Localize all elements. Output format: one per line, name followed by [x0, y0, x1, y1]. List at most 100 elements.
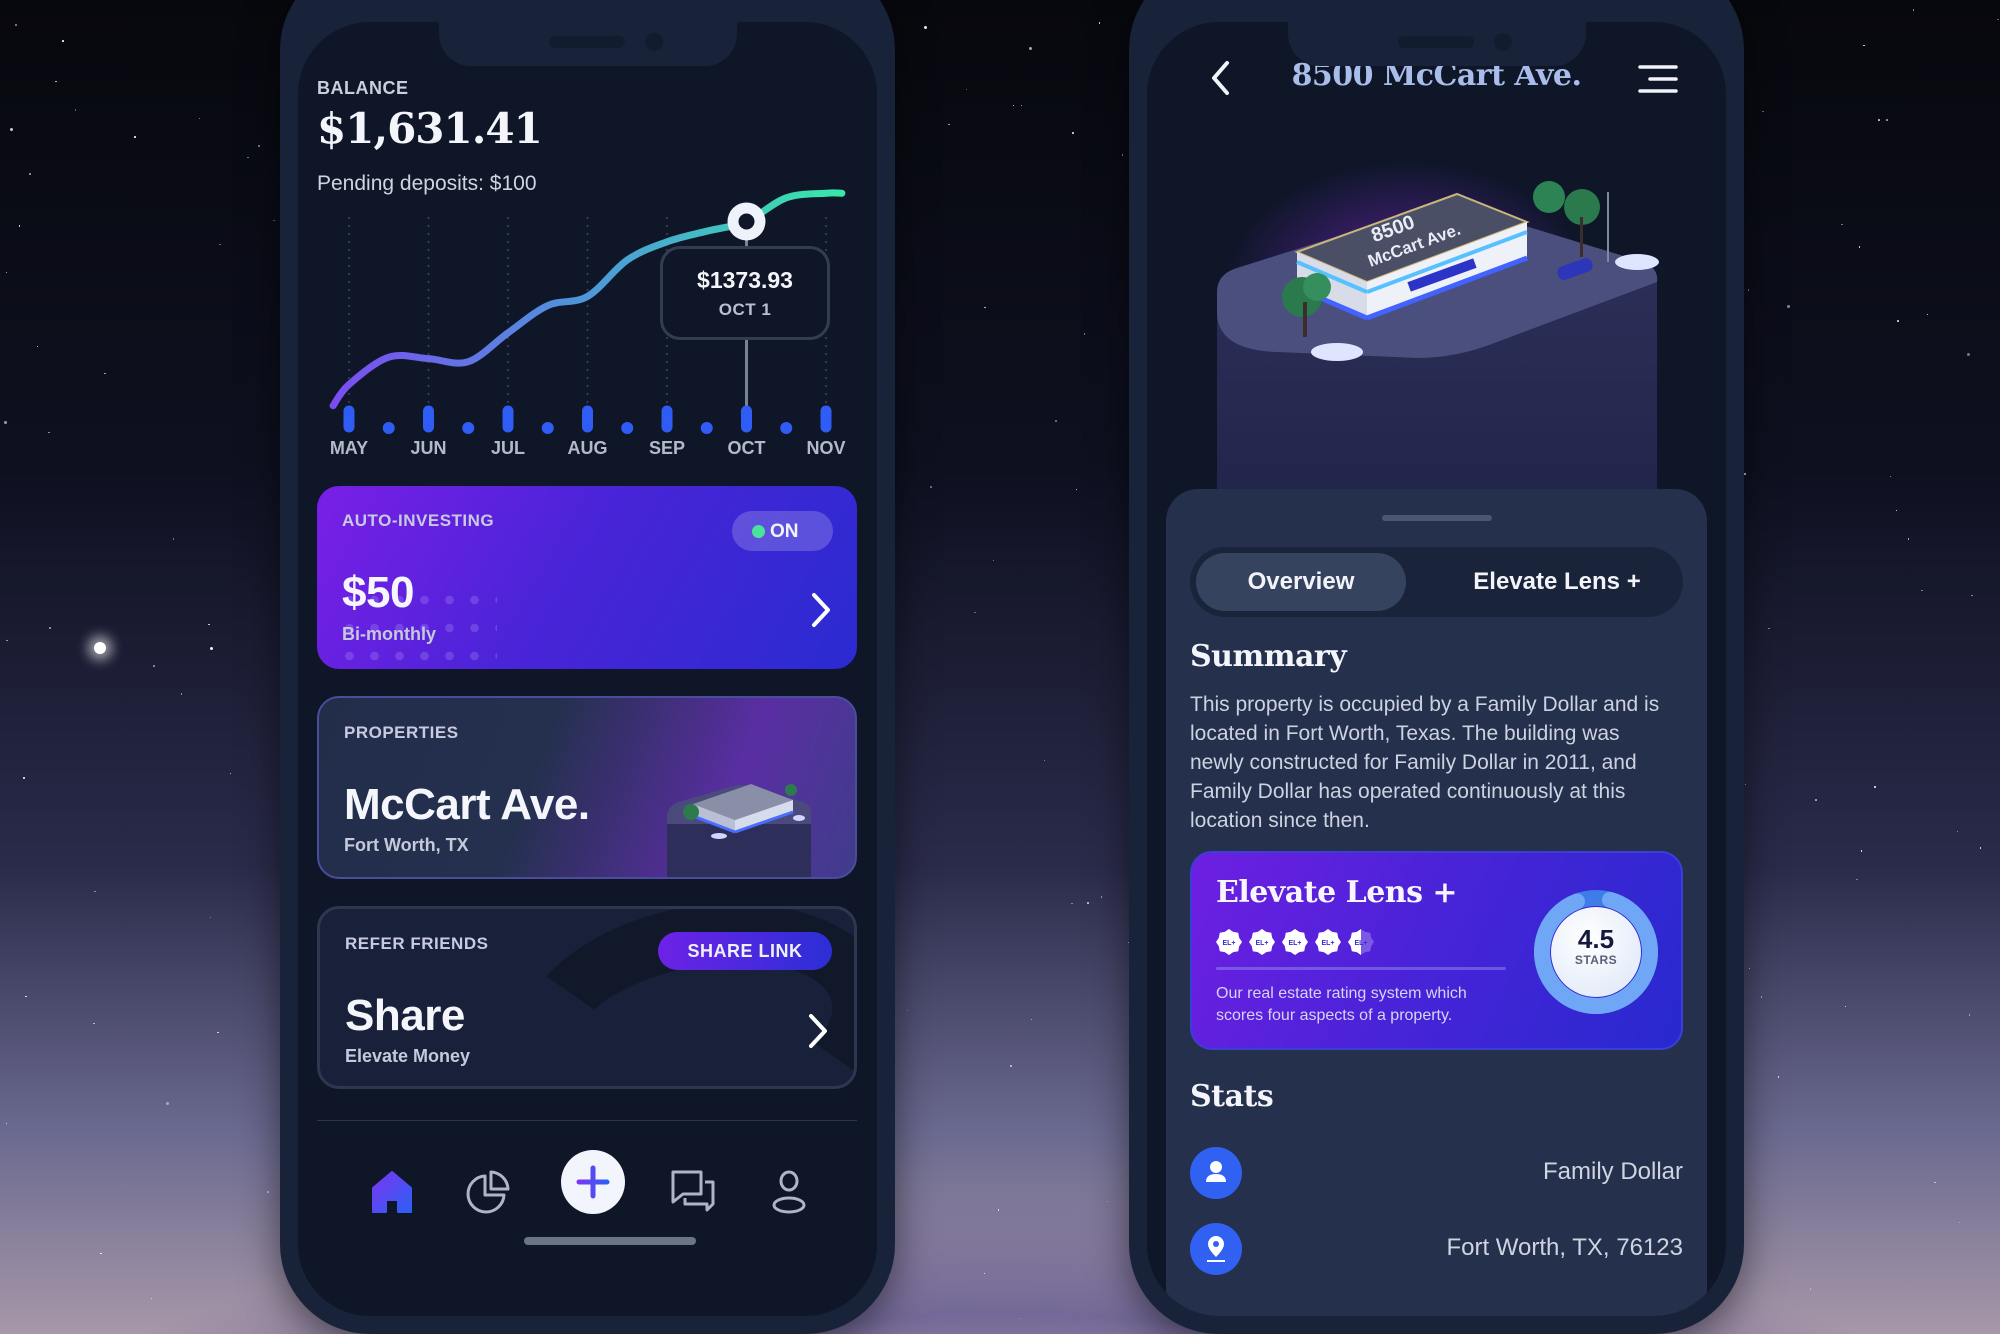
- star: [219, 243, 221, 246]
- star: [1934, 1181, 1936, 1184]
- star: [1055, 420, 1057, 422]
- menu-icon[interactable]: [1638, 64, 1678, 94]
- rating-value: 4.5: [1577, 924, 1615, 954]
- properties-card[interactable]: PROPERTIES McCart Ave. Fort Worth, TX: [317, 696, 857, 879]
- sheet-drag-handle[interactable]: [1381, 515, 1492, 521]
- home-indicator: [524, 1237, 696, 1245]
- auto-invest-frequency: Bi-monthly: [342, 624, 436, 644]
- chart-bar-minor: [541, 422, 554, 434]
- auto-investing-label: AUTO-INVESTING: [342, 511, 495, 530]
- tenant-icon: [1190, 1147, 1242, 1199]
- star: [1018, 1317, 1021, 1320]
- auto-investing-card[interactable]: AUTO-INVESTING ON $50 Bi-monthly: [317, 486, 857, 669]
- star: [6, 639, 8, 642]
- toggle-label: ON: [770, 521, 799, 542]
- star: [1895, 509, 1898, 512]
- x-tick-label: JUL: [490, 438, 525, 458]
- svg-text:EL+: EL+: [1288, 940, 1301, 947]
- star: [1815, 799, 1817, 801]
- highlight-point-center: [738, 213, 755, 230]
- location-pin-icon: [1190, 1223, 1242, 1275]
- properties-label: PROPERTIES: [344, 723, 459, 742]
- star: [923, 26, 927, 30]
- star: [23, 777, 25, 779]
- chevron-right-icon[interactable]: [807, 590, 835, 630]
- stat-tenant-value: Family Dollar: [1542, 1158, 1683, 1185]
- x-tick-label: SEP: [648, 438, 686, 458]
- rating-badges: EL+ EL+ EL+ EL+ EL+: [1216, 929, 1374, 955]
- star: [74, 109, 77, 111]
- star: [1744, 783, 1747, 786]
- nav-home-icon[interactable]: [368, 1168, 416, 1216]
- star: [1921, 589, 1923, 592]
- star: [930, 486, 932, 488]
- x-tick-label: AUG: [567, 438, 608, 458]
- elevate-lens-card[interactable]: Elevate Lens + EL+ EL+ EL+ EL+ EL+ Our r…: [1190, 851, 1683, 1050]
- star: [1028, 46, 1032, 50]
- star: [18, 225, 21, 227]
- summary-heading: Summary: [1190, 639, 1347, 674]
- star: [1087, 902, 1089, 904]
- tab-elevate-lens[interactable]: Elevate Lens +: [1437, 553, 1677, 611]
- star: [1106, 1200, 1109, 1203]
- star: [1858, 246, 1861, 248]
- x-tick-label: MAY: [329, 438, 369, 458]
- star: [15, 24, 17, 26]
- star: [5, 271, 8, 274]
- chevron-right-icon[interactable]: [804, 1011, 832, 1051]
- chart-bar-minor: [382, 422, 395, 434]
- star: [1997, 18, 1999, 21]
- star: [258, 145, 260, 147]
- star: [93, 1022, 95, 1025]
- star: [1907, 538, 1910, 540]
- refer-friends-card[interactable]: REFER FRIENDS SHARE LINK Share Elevate M…: [317, 906, 857, 1089]
- star: [1971, 594, 1973, 596]
- nav-portfolio-icon[interactable]: [464, 1168, 512, 1216]
- stat-row-tenant: Family Dollar: [1190, 1147, 1683, 1199]
- refer-friends-label: REFER FRIENDS: [345, 934, 489, 953]
- tooltip-value: $1373.93: [697, 267, 793, 293]
- star: [1100, 896, 1103, 898]
- property-detail-screen: 8500 McCart Ave. 8500 McCart Ave. Overvi…: [1147, 22, 1726, 1316]
- tab-bar: Overview Elevate Lens +: [1190, 547, 1683, 617]
- property-3d-hero: 8500 McCart Ave.: [1147, 112, 1726, 552]
- elevate-lens-description: Our real estate rating system which scor…: [1216, 985, 1467, 1024]
- star: [1020, 104, 1023, 107]
- star: [906, 1009, 909, 1012]
- svg-text:EL+: EL+: [1354, 940, 1367, 947]
- auto-investing-toggle[interactable]: ON: [732, 511, 833, 551]
- rating-badge-icon: EL+: [1315, 929, 1341, 955]
- star: [974, 611, 976, 614]
- star: [1786, 305, 1790, 309]
- star: [1874, 786, 1876, 788]
- stat-row-location: Fort Worth, TX, 76123: [1190, 1223, 1683, 1275]
- star: [1012, 104, 1015, 107]
- star: [1043, 759, 1046, 762]
- nav-divider: [317, 1120, 857, 1121]
- star: [208, 623, 210, 626]
- rating-unit: STARS: [1574, 953, 1618, 967]
- share-title: Share: [345, 991, 465, 1040]
- tab-overview[interactable]: Overview: [1196, 553, 1406, 611]
- star: [1889, 475, 1892, 478]
- nav-profile-icon[interactable]: [765, 1168, 813, 1216]
- nav-messages-icon[interactable]: [669, 1168, 717, 1216]
- star: [134, 136, 136, 138]
- nav-add-button[interactable]: [561, 1150, 625, 1214]
- stats-heading: Stats: [1190, 1079, 1274, 1114]
- share-link-button[interactable]: SHARE LINK: [658, 932, 832, 970]
- x-tick-label: JUN: [410, 438, 447, 458]
- dashboard-screen: BALANCE $1,631.41 Pending deposits: $100…: [298, 22, 877, 1316]
- star: [267, 1191, 269, 1193]
- star: [180, 693, 183, 695]
- rating-badge-icon: EL+: [1216, 929, 1242, 955]
- star: [1083, 333, 1086, 335]
- star: [1926, 313, 1929, 316]
- rating-badge-icon: EL+: [1282, 929, 1308, 955]
- plus-icon: [576, 1165, 610, 1199]
- star: [150, 1297, 153, 1300]
- star: [1979, 847, 1982, 849]
- property-name: McCart Ave.: [344, 780, 590, 829]
- star: [1863, 44, 1865, 47]
- rating-badge-icon: EL+: [1249, 929, 1275, 955]
